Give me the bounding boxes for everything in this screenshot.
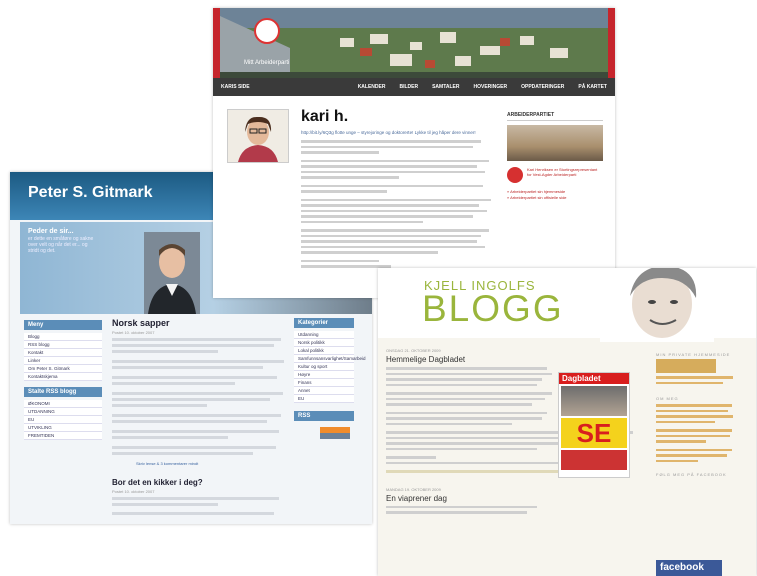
category-item[interactable]: EU <box>294 395 354 403</box>
profile-photo <box>227 109 289 163</box>
archive-item[interactable]: UTVIKLING <box>24 424 102 432</box>
portrait-photo <box>600 268 714 342</box>
right-sidebar: ARBEIDERPARTIET Kari Henriksen er Storti… <box>507 112 603 200</box>
post-title[interactable]: Bor det en kikker i deg? <box>112 478 288 487</box>
category-item[interactable]: Kultur og sport <box>294 363 354 371</box>
category-item[interactable]: Norsk politikk <box>294 339 354 347</box>
archive-heading: Stalte RSS blogg <box>24 387 102 397</box>
party-logo-text: Kari Henriksen er Stortingsrepresentant … <box>527 167 598 177</box>
kjell-blog-screenshot: KJELL INGOLFS BLOGG ONSDAG 21. OKTOBER 2… <box>378 268 756 576</box>
category-item[interactable]: Annet <box>294 387 354 395</box>
sidebar-heading: MIN PRIVATE HJEMMESIDE <box>656 352 731 357</box>
party-link[interactable]: » Arbeiderpartiet sin offisielle side <box>507 195 603 200</box>
building-photo <box>507 125 603 161</box>
category-item[interactable]: Samfunnsansvarlighet/Samarbeid <box>294 355 366 363</box>
archive-item[interactable]: EU <box>24 416 102 424</box>
category-item[interactable]: Finans <box>294 379 354 387</box>
archive-item[interactable]: FREMTIDEN <box>24 432 102 440</box>
profile-name: kari h. <box>301 108 349 125</box>
rose-logo-icon <box>507 167 523 183</box>
rose-logo-icon <box>254 18 280 44</box>
right-sidebar: MIN PRIVATE HJEMMESIDE OM MEG FØLG MEG P… <box>656 348 740 477</box>
archive-item[interactable]: ØKONOMI <box>24 400 102 408</box>
sidebar-heading: FØLG MEG PÅ FACEBOOK <box>656 472 727 477</box>
brand-text: Mitt Arbeiderparti <box>244 60 290 66</box>
profile-text: http://bit.ly/6Q3g flotte unge – styrejo… <box>301 130 497 271</box>
nav-bilder[interactable]: BILDER <box>399 84 418 90</box>
nav-samtaler[interactable]: SAMTALER <box>432 84 459 90</box>
homepage-thumbnail[interactable] <box>656 359 716 373</box>
menu-item-kontakt[interactable]: Kontakt <box>24 349 102 357</box>
post-meta: Postet 10. oktober 2007 <box>112 330 155 335</box>
rss-badge[interactable] <box>320 427 350 439</box>
category-item[interactable]: Høyre <box>294 371 354 379</box>
nav-home[interactable]: KARIS SIDE <box>221 84 250 90</box>
post-column: Norsk sapper Postet 10. oktober 2007 Skr… <box>112 318 288 518</box>
menu-item-linker[interactable]: Linker <box>24 357 102 365</box>
portrait-photo <box>144 232 200 314</box>
kari-blog-screenshot: Mitt Arbeiderparti KARIS SIDE KALENDER B… <box>213 8 615 298</box>
menu-heading: Meny <box>24 320 102 330</box>
menu-item-om[interactable]: Om Peter S. Gitmark <box>24 365 102 373</box>
nav-oppdateringer[interactable]: OPPDATERINGER <box>521 84 564 90</box>
category-item[interactable]: Utdanning <box>294 331 354 339</box>
categories-heading: Kategorier <box>294 318 354 328</box>
post-column: ONSDAG 21. OKTOBER 2009 Hemmelige Dagbla… <box>386 348 638 517</box>
party-link[interactable]: » Arbeiderpartiet sin hjemmeside <box>507 189 603 194</box>
sidebar-heading: ARBEIDERPARTIET <box>507 112 603 121</box>
post-date: MANDAG 19. OKTOBER 2009 <box>386 486 441 492</box>
newspaper-headline: SE <box>561 418 627 448</box>
facebook-badge[interactable]: facebook <box>656 560 722 576</box>
left-sidebar: Meny Blogg RSS blogg Kontakt Linker Om P… <box>24 320 102 440</box>
menu-item-rss[interactable]: RSS blogg <box>24 341 102 349</box>
sidebar-heading: OM MEG <box>656 396 679 401</box>
rss-heading: RSS <box>294 411 354 421</box>
header-banner: Mitt Arbeiderparti <box>213 8 615 78</box>
top-nav: KARIS SIDE KALENDER BILDER SAMTALER HOVE… <box>213 78 615 96</box>
menu-item-kontaktskjema[interactable]: Kontaktskjema <box>24 373 102 381</box>
post-date: ONSDAG 21. OKTOBER 2009 <box>386 348 441 353</box>
status-update[interactable]: http://bit.ly/6Q3g flotte unge – styrejo… <box>301 130 497 136</box>
newspaper-masthead: Dagbladet <box>559 373 629 384</box>
archive-item[interactable]: UTDANNING <box>24 408 102 416</box>
nav-pa-kartet[interactable]: PÅ KARTET <box>578 84 607 90</box>
town-photo <box>220 8 608 78</box>
newspaper-image: Dagbladet SE <box>558 372 630 478</box>
blog-title[interactable]: BLOGG <box>422 288 564 330</box>
nav-kalender[interactable]: KALENDER <box>358 84 386 90</box>
banner-title: Peder de sir... <box>28 228 74 235</box>
read-more-link[interactable]: Skriv lense & 3 kommentarer mindt <box>136 461 288 466</box>
menu-item-blogg[interactable]: Blogg <box>24 333 102 341</box>
category-item[interactable]: Lokal politikk <box>294 347 354 355</box>
header-banner: KJELL INGOLFS BLOGG <box>378 268 756 342</box>
post-meta: Postet 10. oktober 2007 <box>112 489 155 494</box>
nav-hoveringer[interactable]: HOVERINGER <box>474 84 508 90</box>
post-title[interactable]: En viaprener dag <box>386 494 638 503</box>
right-sidebar: Kategorier Utdanning Norsk politikk Loka… <box>294 318 366 439</box>
post-title[interactable]: Hemmelige Dagbladet <box>386 355 638 364</box>
banner-text: er dette en småføre og sakne over velt o… <box>28 236 94 254</box>
post-title[interactable]: Norsk sapper <box>112 318 288 328</box>
